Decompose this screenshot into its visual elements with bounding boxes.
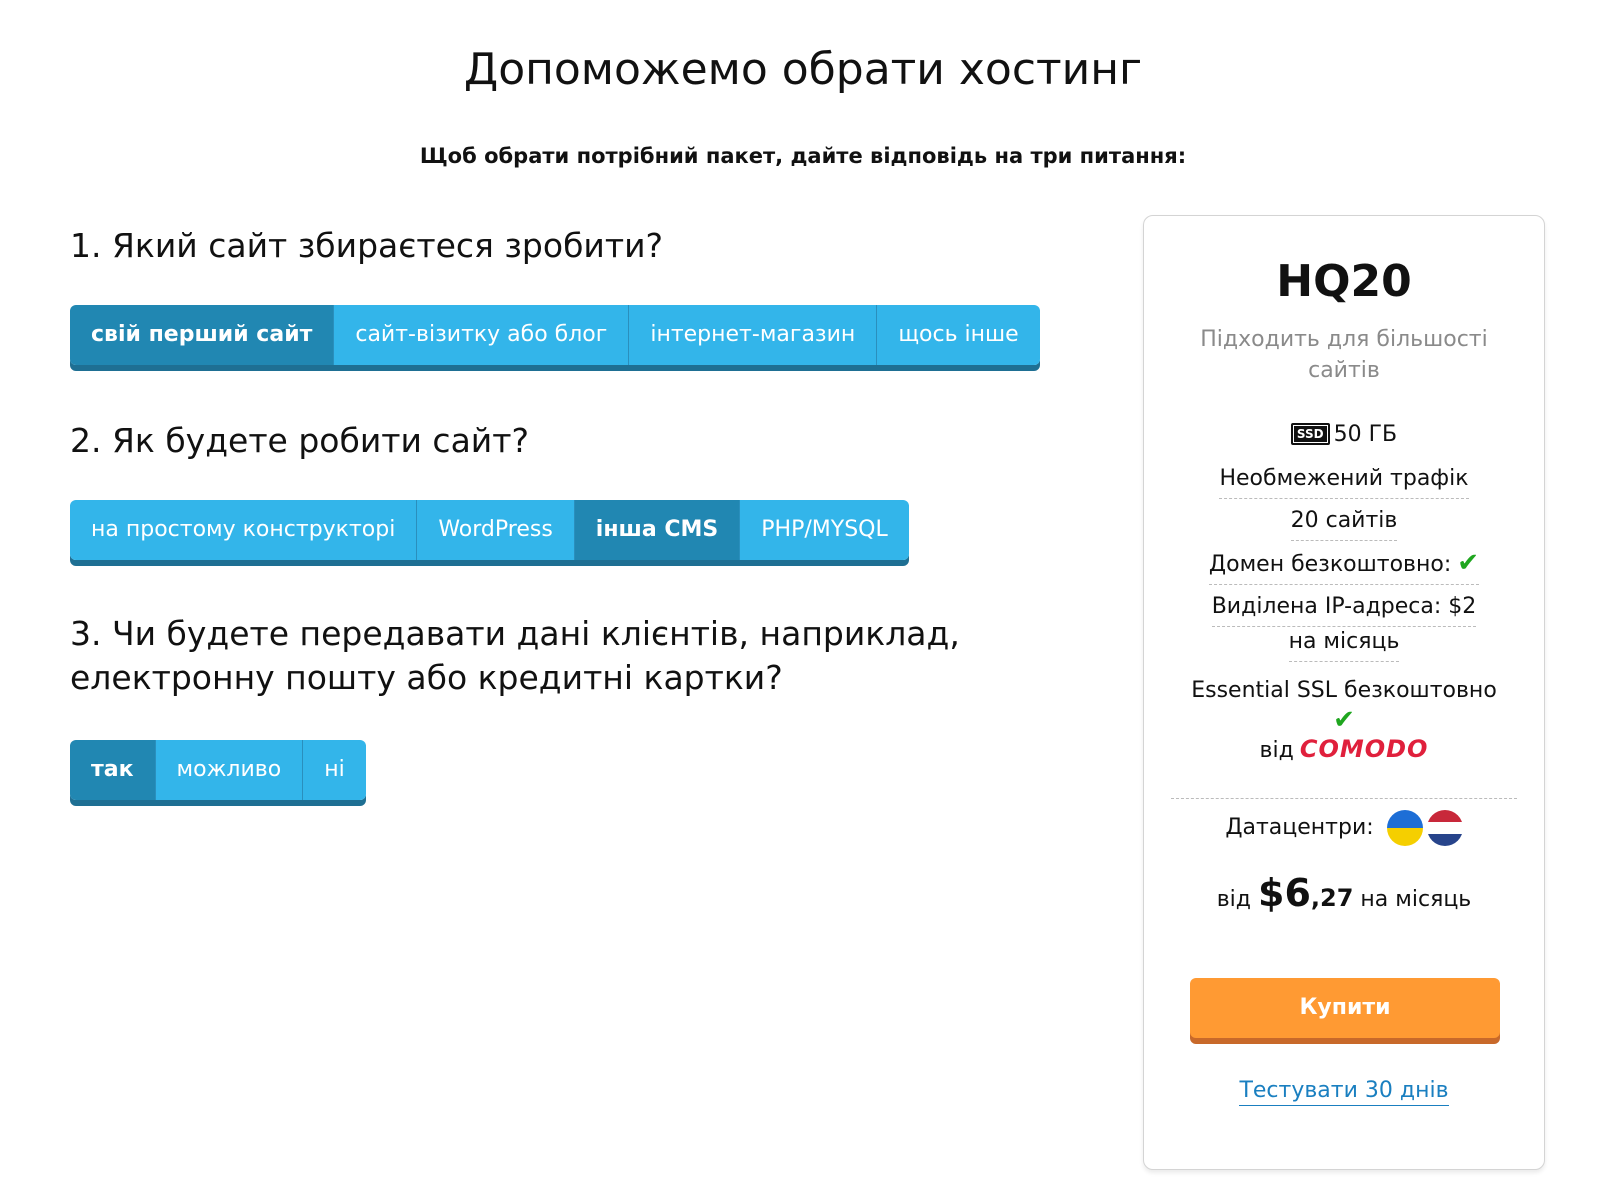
feature-sites: 20 сайтів [1144, 506, 1544, 541]
option-maybe[interactable]: можливо [155, 740, 304, 800]
option-first-site[interactable]: свій перший сайт [70, 305, 335, 365]
question-3-label: 3. Чи будете передавати дані клієнтів, н… [70, 614, 960, 697]
ip-label-line1: Виділена IP-адреса: $2 [1211, 592, 1477, 627]
sites-label: 20 сайтів [1290, 506, 1398, 541]
feature-domain: Домен безкоштовно: ✔ [1144, 548, 1544, 585]
option-wordpress[interactable]: WordPress [417, 500, 575, 560]
storage-value: 50 ГБ [1333, 422, 1398, 447]
ssl-label: Essential SSL безкоштовно [1191, 678, 1497, 703]
option-php-mysql[interactable]: PHP/MYSQL [740, 500, 909, 560]
page: Допоможемо обрати хостинг Щоб обрати пот… [0, 0, 1606, 1198]
feature-storage: SSD 50 ГБ [1144, 420, 1544, 450]
feature-datacenters: Датацентри: [1144, 810, 1544, 846]
price-fraction: ,27 [1310, 884, 1354, 912]
option-online-store[interactable]: інтернет-магазин [629, 305, 878, 365]
option-site-builder[interactable]: на простому конструкторі [70, 500, 418, 560]
question-1-options: свій перший сайт сайт-візитку або блог і… [70, 305, 1040, 365]
price-prefix: від [1216, 887, 1252, 912]
traffic-label: Необмежений трафік [1219, 464, 1469, 499]
page-subtitle: Щоб обрати потрібний пакет, дайте відпов… [419, 144, 1187, 168]
question-2-label: 2. Як будете робити сайт? [70, 421, 529, 460]
price: від $6,27 на місяць [1144, 871, 1544, 915]
question-3-options: так можливо ні [70, 740, 366, 800]
plan-card: HQ20 Підходить для більшості сайтів SSD 5… [1143, 215, 1545, 1170]
feature-ip: Виділена IP-адреса: $2 на місяць [1144, 592, 1544, 662]
feature-traffic: Необмежений трафік [1144, 464, 1544, 499]
plan-description: Підходить для більшості сайтів [1200, 327, 1488, 383]
option-yes[interactable]: так [70, 740, 156, 800]
ukraine-flag-icon [1386, 810, 1423, 846]
trial-link-wrapper: Тестувати 30 днів [1144, 1078, 1544, 1106]
price-integer: $6 [1258, 871, 1311, 915]
option-something-else[interactable]: щось інше [877, 305, 1040, 365]
option-no[interactable]: ні [303, 740, 366, 800]
ssl-from-label: від [1259, 738, 1294, 763]
plan-name: HQ20 [1276, 256, 1412, 307]
trial-link[interactable]: Тестувати 30 днів [1239, 1078, 1449, 1106]
buy-button[interactable]: Купити [1190, 978, 1500, 1038]
datacenters-label: Датацентри: [1225, 815, 1374, 840]
check-icon: ✔ [1333, 705, 1355, 735]
question-2-options: на простому конструкторі WordPress інша … [70, 500, 909, 560]
feature-ssl: Essential SSL безкоштовно ✔ від COMODO [1144, 676, 1544, 766]
page-title: Допоможемо обрати хостинг [463, 44, 1143, 95]
comodo-logo: COMODO [1299, 735, 1429, 763]
option-other-cms[interactable]: інша CMS [574, 500, 741, 560]
option-business-card-blog[interactable]: сайт-візитку або блог [334, 305, 630, 365]
domain-label: Домен безкоштовно: [1208, 552, 1452, 577]
check-icon: ✔ [1457, 548, 1480, 578]
netherlands-flag-icon [1426, 810, 1463, 846]
question-1-label: 1. Який сайт збираєтеся зробити? [70, 226, 664, 265]
price-suffix: на місяць [1360, 887, 1472, 912]
divider [1171, 798, 1517, 799]
ssd-icon: SSD [1290, 423, 1330, 445]
ip-label-line2: на місяць [1288, 627, 1400, 662]
